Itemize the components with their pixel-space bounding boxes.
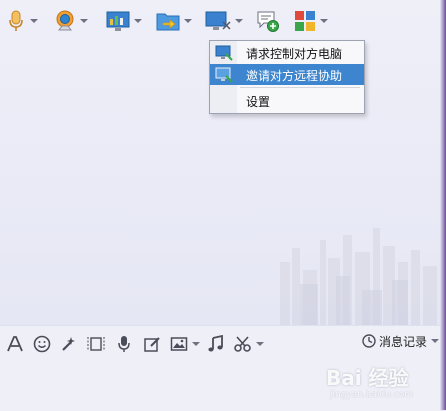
edit-icon bbox=[144, 337, 160, 352]
message-add-button[interactable] bbox=[256, 6, 280, 36]
menu-item-label: 请求控制对方电脑 bbox=[246, 47, 343, 61]
window-edge bbox=[440, 0, 446, 410]
message-add-icon bbox=[257, 11, 279, 32]
magic-wand-button[interactable] bbox=[60, 334, 78, 354]
apps-icon bbox=[295, 11, 315, 31]
remote-assist-menu: 请求控制对方电脑 邀请对方远程协助 设置 bbox=[209, 40, 365, 114]
remote-assist-icon bbox=[205, 11, 231, 30]
font-icon bbox=[7, 336, 23, 352]
monitor-request-icon bbox=[215, 45, 233, 61]
baidu-watermark-url: jingyan.baidu.com bbox=[330, 390, 414, 400]
image-icon bbox=[170, 337, 188, 351]
menu-item-label: 设置 bbox=[246, 95, 271, 109]
menu-item-invite-assist[interactable]: 邀请对方远程协助 bbox=[210, 64, 364, 85]
message-history-button[interactable]: 消息记录 bbox=[362, 332, 440, 350]
music-button[interactable] bbox=[207, 334, 225, 354]
clock-icon bbox=[362, 334, 376, 348]
chevron-down-icon[interactable] bbox=[192, 342, 200, 346]
menu-item-request-control[interactable]: 请求控制对方电脑 bbox=[210, 42, 364, 63]
screenshot-button[interactable] bbox=[86, 334, 106, 354]
chevron-down-icon[interactable] bbox=[30, 19, 38, 23]
message-history-label: 消息记录 bbox=[379, 334, 428, 349]
chevron-down-icon[interactable] bbox=[184, 19, 192, 23]
music-icon bbox=[208, 335, 223, 352]
voice-message-button[interactable] bbox=[116, 334, 132, 354]
microphone-icon bbox=[9, 10, 23, 31]
edit-button[interactable] bbox=[143, 334, 161, 354]
scissors-button[interactable] bbox=[234, 334, 264, 354]
remote-assist-button[interactable] bbox=[205, 6, 243, 36]
apps-button[interactable] bbox=[294, 6, 328, 36]
screen-share-button[interactable] bbox=[106, 6, 142, 36]
magic-wand-icon bbox=[62, 337, 75, 351]
chevron-down-icon[interactable] bbox=[320, 19, 328, 23]
emoji-icon bbox=[33, 335, 51, 353]
chevron-down-icon[interactable] bbox=[431, 339, 440, 343]
menu-item-label: 邀请对方远程协助 bbox=[246, 69, 343, 83]
voice-call-button[interactable] bbox=[6, 6, 38, 36]
screenshot-frame-icon bbox=[87, 337, 105, 351]
file-transfer-icon bbox=[156, 13, 180, 31]
monitor-invite-icon bbox=[215, 67, 233, 83]
image-button[interactable] bbox=[170, 334, 200, 354]
screen-share-icon bbox=[106, 11, 130, 31]
chevron-down-icon[interactable] bbox=[134, 19, 142, 23]
scissors-icon bbox=[234, 336, 251, 352]
menu-item-settings[interactable]: 设置 bbox=[210, 90, 364, 111]
chat-toolbar bbox=[0, 2, 440, 38]
file-transfer-button[interactable] bbox=[156, 6, 192, 36]
video-call-button[interactable] bbox=[54, 6, 88, 36]
webcam-icon bbox=[56, 10, 74, 31]
chevron-down-icon[interactable] bbox=[80, 19, 88, 23]
chevron-down-icon[interactable] bbox=[235, 19, 243, 23]
menu-divider bbox=[240, 87, 360, 88]
font-button[interactable] bbox=[6, 334, 24, 354]
chevron-down-icon[interactable] bbox=[256, 342, 264, 346]
voice-icon bbox=[118, 336, 130, 352]
baidu-watermark: Bai 经验 bbox=[326, 366, 409, 390]
emoji-button[interactable] bbox=[33, 334, 51, 354]
